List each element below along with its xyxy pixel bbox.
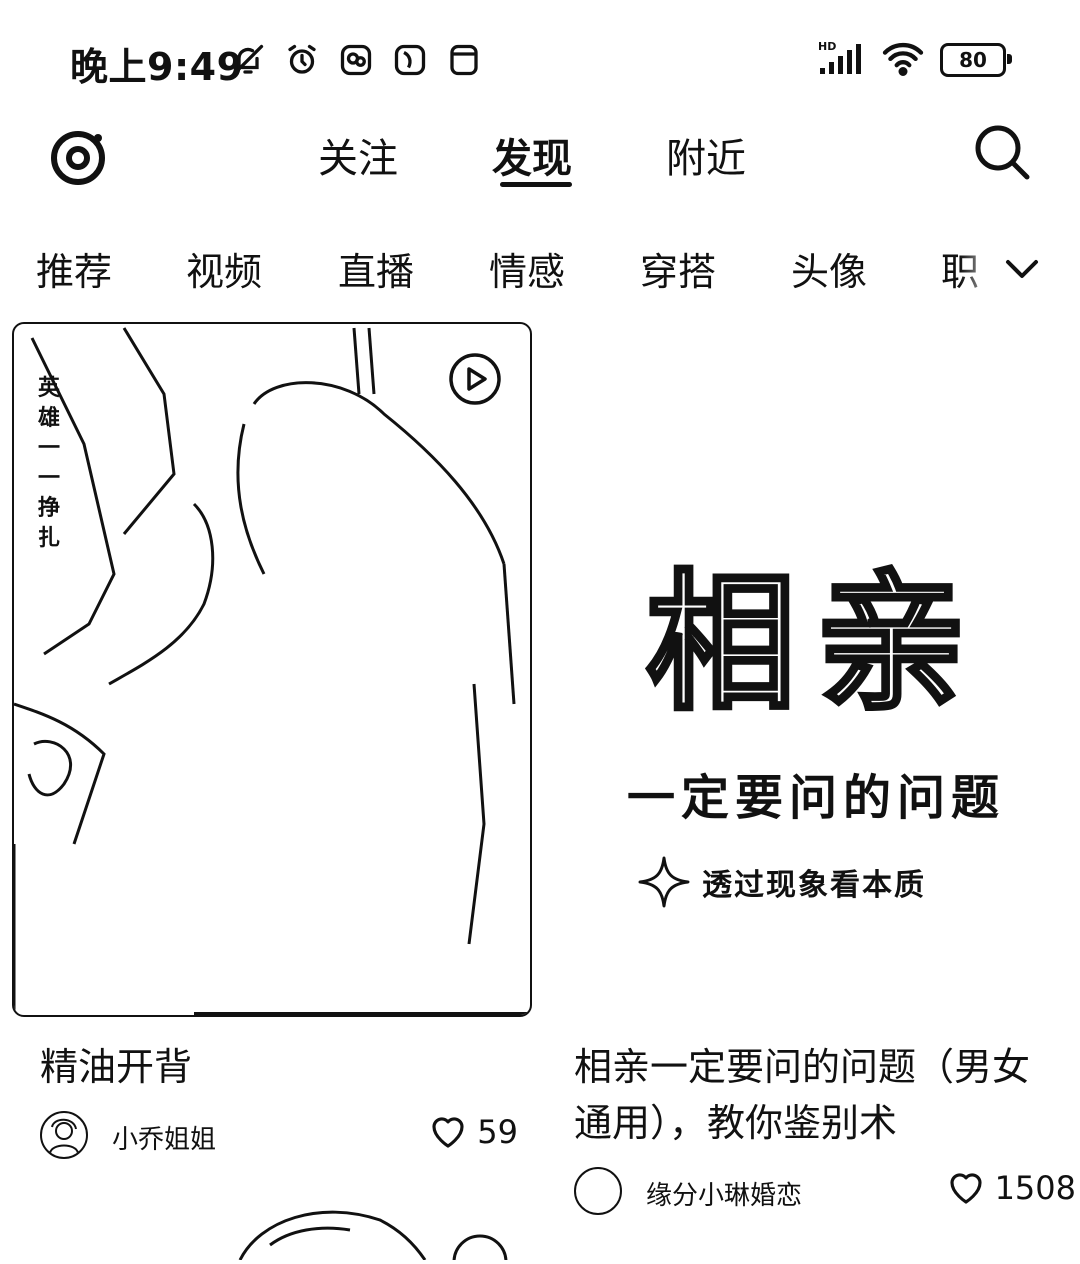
image-caption: 英雄一一挣扎 (37, 376, 60, 551)
avatar[interactable] (40, 1111, 88, 1159)
battery-indicator: 80 (940, 43, 1012, 77)
category-emotion[interactable]: 情感 (489, 241, 565, 296)
top-nav: 关注 发现 附近 (0, 110, 1080, 210)
signal-icon: HD (818, 40, 866, 80)
tab-follow[interactable]: 关注 (318, 126, 398, 184)
avatar[interactable] (574, 1167, 622, 1215)
card-title[interactable]: 相亲一定要问的问题（男女通用），教你鉴别术 (574, 1039, 1044, 1151)
heart-icon (949, 1173, 982, 1204)
author-name[interactable]: 缘分小琳婚恋 (646, 1175, 802, 1212)
tab-discover[interactable]: 发现 (492, 126, 572, 184)
camera-icon[interactable] (46, 122, 110, 186)
category-video[interactable]: 视频 (186, 241, 262, 296)
category-live[interactable]: 直播 (338, 241, 414, 296)
like-button[interactable]: 59 (427, 1111, 518, 1153)
tab-nearby[interactable]: 附近 (666, 126, 746, 184)
like-count: 59 (477, 1113, 518, 1151)
sparkle-icon (638, 856, 690, 908)
wifi-icon (880, 40, 926, 80)
category-avatar[interactable]: 头像 (791, 241, 867, 296)
card-title[interactable]: 精油开背 (40, 1039, 510, 1095)
next-card-peek[interactable] (200, 1200, 520, 1264)
window-icon (444, 40, 484, 80)
author-name[interactable]: 小乔姐姐 (112, 1119, 216, 1156)
feed-card[interactable]: 相亲 一定要问的问题 透过现象看本质 相亲一定要问的问题（男女通用），教你鉴别术… (556, 322, 1076, 1231)
status-icons-right: HD 80 (818, 40, 1012, 80)
thumbnail-sketch (14, 327, 530, 1015)
like-count: 1508 (994, 1169, 1076, 1207)
card-thumbnail[interactable]: 相亲 一定要问的问题 透过现象看本质 (556, 322, 1076, 1017)
poster-subtitle: 一定要问的问题 (626, 770, 1005, 826)
poster-headline: 相亲 (644, 555, 986, 733)
app-notification-icon-2 (390, 40, 430, 80)
card-meta: 小乔姐姐 59 (12, 1105, 532, 1175)
status-icons-left (228, 40, 484, 80)
status-time: 晚上9:49 (70, 45, 244, 89)
category-bar: 推荐 视频 直播 情感 穿搭 头像 职 (0, 225, 1080, 305)
search-icon[interactable] (972, 122, 1032, 182)
poster-tagline: 透过现象看本质 (636, 854, 1036, 910)
heart-icon (432, 1117, 464, 1148)
alarm-icon (282, 40, 322, 80)
chevron-down-icon[interactable] (1000, 247, 1044, 291)
app-notification-icon (336, 40, 376, 80)
like-button[interactable]: 1508 (945, 1167, 1076, 1209)
bell-off-icon (228, 40, 268, 80)
svg-text:HD: HD (818, 40, 836, 53)
status-bar: 晚上9:49 HD 80 (0, 0, 1080, 110)
play-icon[interactable] (448, 352, 502, 406)
category-outfit[interactable]: 穿搭 (640, 241, 716, 296)
active-tab-indicator (500, 182, 572, 187)
card-thumbnail[interactable]: 英雄一一挣扎 (12, 322, 532, 1017)
category-recommend[interactable]: 推荐 (36, 241, 112, 296)
poster-tagline-text: 透过现象看本质 (702, 868, 926, 903)
feed-card[interactable]: 英雄一一挣扎 精油开背 小乔姐姐 59 (12, 322, 532, 1175)
card-meta: 缘分小琳婚恋 1508 (556, 1161, 1076, 1231)
